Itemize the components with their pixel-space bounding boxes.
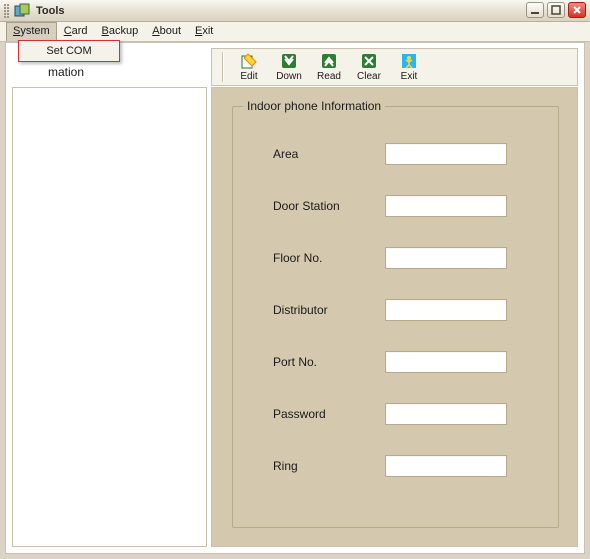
pencil-note-icon xyxy=(240,52,258,70)
exit-button[interactable]: Exit xyxy=(392,50,426,84)
label-ring: Ring xyxy=(273,459,385,473)
label-door-station: Door Station xyxy=(273,199,385,213)
maximize-button[interactable] xyxy=(547,2,565,18)
close-button[interactable] xyxy=(568,2,586,18)
edit-label: Edit xyxy=(240,71,257,82)
input-door-station[interactable] xyxy=(385,195,507,217)
indoor-phone-group: Indoor phone Information Area Door Stati… xyxy=(232,106,559,528)
system-dropdown: Set COM xyxy=(18,40,120,62)
read-label: Read xyxy=(317,71,341,82)
row-ring: Ring xyxy=(273,455,538,477)
sidebar-tree[interactable] xyxy=(12,87,207,547)
group-legend: Indoor phone Information xyxy=(243,99,385,113)
clear-label: Clear xyxy=(357,71,381,82)
input-distributor[interactable] xyxy=(385,299,507,321)
clear-button[interactable]: Clear xyxy=(352,50,386,84)
down-button[interactable]: Down xyxy=(272,50,306,84)
main-panel: Indoor phone Information Area Door Stati… xyxy=(211,87,578,547)
read-button[interactable]: Read xyxy=(312,50,346,84)
dropdown-set-com[interactable]: Set COM xyxy=(19,41,119,61)
menu-about[interactable]: About xyxy=(145,22,188,41)
app-icon xyxy=(14,3,30,19)
row-area: Area xyxy=(273,143,538,165)
arrow-up-icon xyxy=(320,52,338,70)
row-door-station: Door Station xyxy=(273,195,538,217)
label-area: Area xyxy=(273,147,385,161)
x-icon xyxy=(360,52,378,70)
input-ring[interactable] xyxy=(385,455,507,477)
label-distributor: Distributor xyxy=(273,303,385,317)
title-bar: Tools xyxy=(0,0,590,22)
exit-icon xyxy=(400,52,418,70)
row-port-no: Port No. xyxy=(273,351,538,373)
edit-button[interactable]: Edit xyxy=(232,50,266,84)
input-area[interactable] xyxy=(385,143,507,165)
row-password: Password xyxy=(273,403,538,425)
arrow-down-icon xyxy=(280,52,298,70)
menu-exit[interactable]: Exit xyxy=(188,22,220,41)
menu-backup[interactable]: Backup xyxy=(95,22,146,41)
label-floor-no: Floor No. xyxy=(273,251,385,265)
input-password[interactable] xyxy=(385,403,507,425)
window-title: Tools xyxy=(36,5,65,17)
minimize-button[interactable] xyxy=(526,2,544,18)
label-port-no: Port No. xyxy=(273,355,385,369)
input-floor-no[interactable] xyxy=(385,247,507,269)
row-floor-no: Floor No. xyxy=(273,247,538,269)
grip-handle[interactable] xyxy=(4,4,6,18)
row-distributor: Distributor xyxy=(273,299,538,321)
menu-card[interactable]: Card xyxy=(57,22,95,41)
label-password: Password xyxy=(273,407,385,421)
input-port-no[interactable] xyxy=(385,351,507,373)
toolbar: Edit Down Read Clear Exit xyxy=(211,48,578,86)
menu-system[interactable]: System xyxy=(6,22,57,41)
page-subtitle-partial: mation xyxy=(48,65,84,79)
menu-bar: System Card Backup About Exit xyxy=(0,22,590,42)
client-area: mation Edit Down Read Clear xyxy=(5,42,585,554)
down-label: Down xyxy=(276,71,302,82)
grip-handle[interactable] xyxy=(7,4,9,18)
exit-label: Exit xyxy=(401,71,418,82)
toolbar-divider xyxy=(222,52,224,82)
